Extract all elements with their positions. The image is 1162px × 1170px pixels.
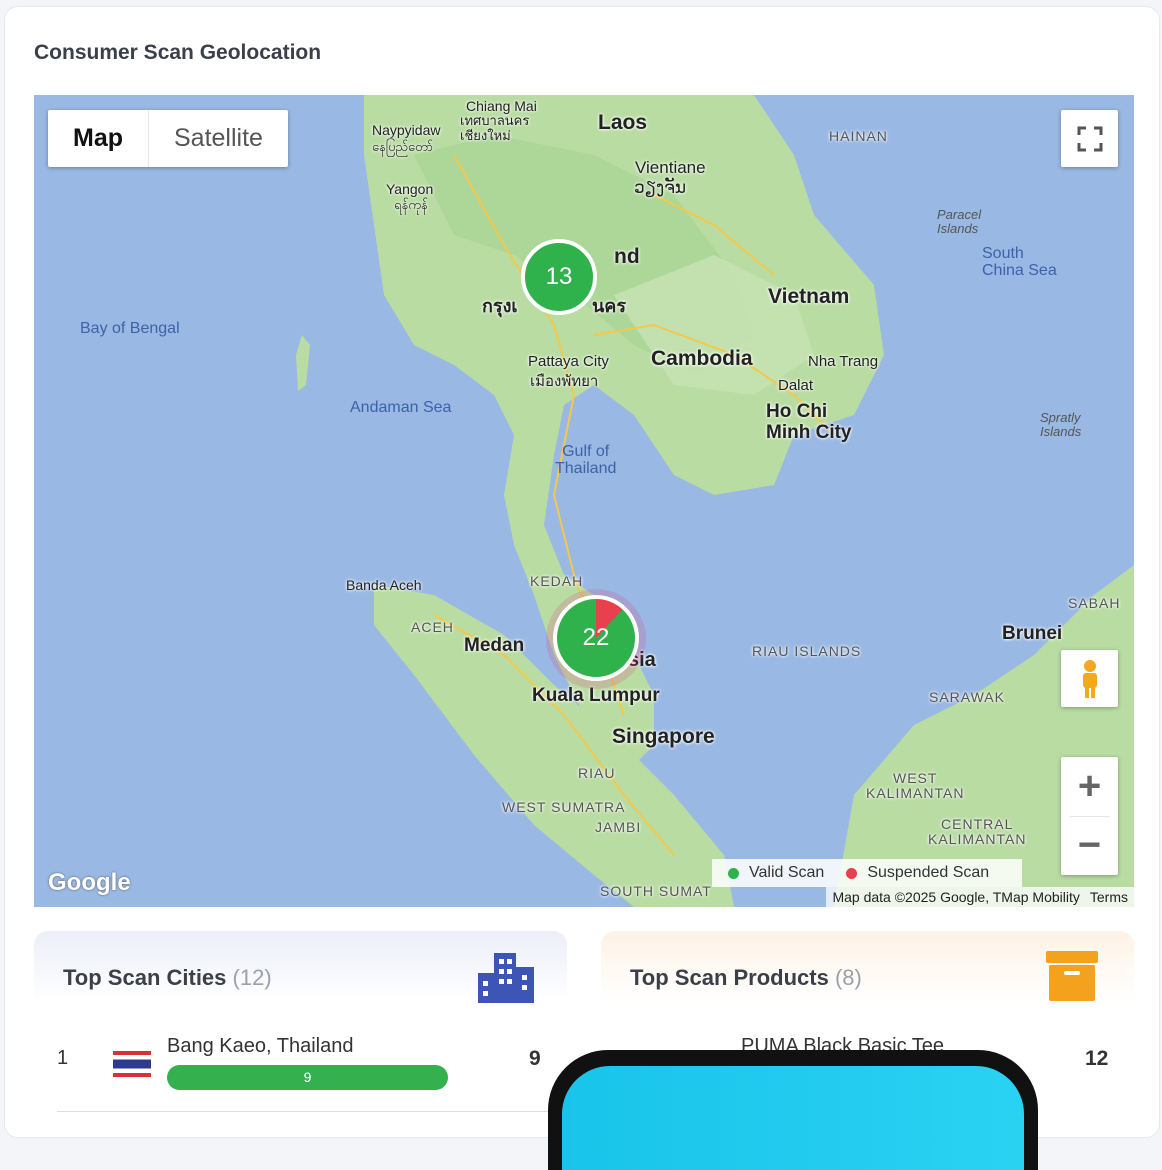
top-cities-title: Top Scan Cities (12) [63, 965, 272, 991]
label-central-kalimantan: CENTRAL KALIMANTAN [928, 816, 1027, 847]
label-yangon: Yangon [386, 181, 434, 197]
card-title: Consumer Scan Geolocation [34, 41, 322, 64]
top-cities-count: (12) [232, 965, 272, 990]
row-divider [57, 1111, 557, 1112]
label-south-sumatra: SOUTH SUMAT [600, 883, 712, 899]
label-south-china-sea: South China Sea [982, 245, 1057, 279]
label-laos: Laos [598, 111, 648, 134]
top-products-title: Top Scan Products (8) [630, 965, 862, 991]
zoom-out-button[interactable]: − [1061, 817, 1118, 875]
top-products-count: (8) [834, 965, 862, 990]
cluster-count: 13 [545, 263, 573, 290]
archive-box-icon [1046, 951, 1098, 1001]
city-name: Bang Kaeo, Thailand [167, 1035, 354, 1057]
terms-link[interactable]: Terms [1090, 889, 1128, 905]
map-type-satellite-button[interactable]: Satellite [149, 110, 288, 167]
top-products-title-text: Top Scan Products [630, 965, 829, 990]
label-naypyidaw-local: နေပြည်တော် [372, 139, 434, 154]
label-naypyidaw: Naypyidaw [372, 122, 441, 138]
label-west-sumatra: WEST SUMATRA [502, 799, 626, 815]
label-medan: Medan [464, 635, 525, 656]
label-bay-of-bengal: Bay of Bengal [80, 320, 180, 337]
suspended-dot-icon [846, 867, 858, 879]
label-bangkok-left: กรุงเ [482, 296, 518, 316]
scan-legend: Valid Scan Suspended Scan [712, 859, 1022, 887]
thailand-flag-icon [113, 1051, 151, 1077]
legend-valid: Valid Scan [749, 864, 825, 881]
label-jambi: JAMBI [595, 819, 642, 835]
top-cities-title-text: Top Scan Cities [63, 965, 227, 990]
product-value: 12 [1085, 1047, 1109, 1070]
label-pattaya-thai: เมืองพัทยา [530, 373, 599, 390]
pegman-icon [1082, 659, 1097, 698]
label-vietnam: Vietnam [768, 285, 850, 308]
label-aceh: ACEH [411, 619, 454, 635]
google-logo: Google [48, 869, 131, 896]
label-ho-chi-minh: Ho Chi Minh City [766, 401, 852, 443]
label-nha-trang: Nha Trang [808, 353, 879, 370]
label-thailand: nd [614, 245, 640, 268]
label-dalat: Dalat [778, 377, 814, 394]
map-type-map-button[interactable]: Map [48, 110, 149, 167]
map-data-text: Map data ©2025 Google, TMap Mobility [832, 889, 1080, 905]
label-chiang-mai: Chiang Mai [466, 98, 537, 114]
fullscreen-button[interactable] [1061, 110, 1118, 167]
city-value: 9 [529, 1047, 541, 1070]
label-brunei: Brunei [1002, 623, 1063, 644]
label-vientiane-local: ວຽງຈັນ [634, 178, 687, 197]
label-singapore: Singapore [612, 725, 715, 748]
street-view-button[interactable] [1061, 650, 1118, 707]
zoom-in-button[interactable]: + [1061, 758, 1118, 816]
label-hainan: HAINAN [829, 128, 888, 144]
label-andaman-sea: Andaman Sea [350, 399, 452, 416]
label-yangon-local: ရန်ကုန် [394, 197, 428, 212]
label-cambodia: Cambodia [651, 347, 753, 370]
top-scan-cities-panel: Top Scan Cities (12) 1 Bang Kaeo, Thaila… [34, 931, 567, 1131]
city-bar: 9 [167, 1065, 448, 1090]
label-bangkok-right: นคร [592, 296, 627, 316]
city-rank: 1 [57, 1047, 69, 1069]
label-riau: RIAU [578, 765, 616, 781]
scan-cluster-bangkok[interactable]: 13 [521, 239, 597, 315]
label-gulf-of-thailand: Gulf of Thailand [555, 443, 617, 477]
fullscreen-icon [1077, 126, 1102, 151]
label-spratly: Spratly Islands [1040, 410, 1082, 439]
valid-dot-icon [728, 867, 739, 879]
label-kedah: KEDAH [530, 573, 584, 589]
label-west-kalimantan: WEST KALIMANTAN [866, 770, 965, 801]
scan-cluster-malaysia[interactable]: 22 [553, 595, 639, 681]
building-icon [478, 953, 534, 1003]
label-sarawak: SARAWAK [929, 689, 1005, 705]
map-view[interactable]: Map Satellite Chiang Mai เทศบาลนคร เชียง… [34, 95, 1134, 907]
map-attribution: Map data ©2025 Google, TMap Mobility Ter… [826, 887, 1134, 907]
label-pattaya: Pattaya City [528, 353, 609, 370]
label-riau-islands: RIAU ISLANDS [752, 643, 862, 659]
cluster-count: 22 [582, 624, 610, 651]
label-sabah: SABAH [1068, 595, 1121, 611]
phone-screen [562, 1066, 1024, 1170]
label-chiang-mai-thai: เทศบาลนคร เชียงใหม่ [460, 113, 530, 143]
phone-overlay [548, 1050, 1038, 1170]
legend-suspended: Suspended Scan [867, 864, 990, 881]
zoom-control: + − [1061, 757, 1118, 875]
label-vientiane: Vientiane [635, 158, 706, 177]
label-banda-aceh: Banda Aceh [346, 577, 422, 593]
map-type-toggle: Map Satellite [48, 110, 288, 167]
geolocation-card: Consumer Scan Geolocation Map Satellite [4, 6, 1160, 1138]
label-paracel: Paracel Islands [937, 207, 982, 236]
